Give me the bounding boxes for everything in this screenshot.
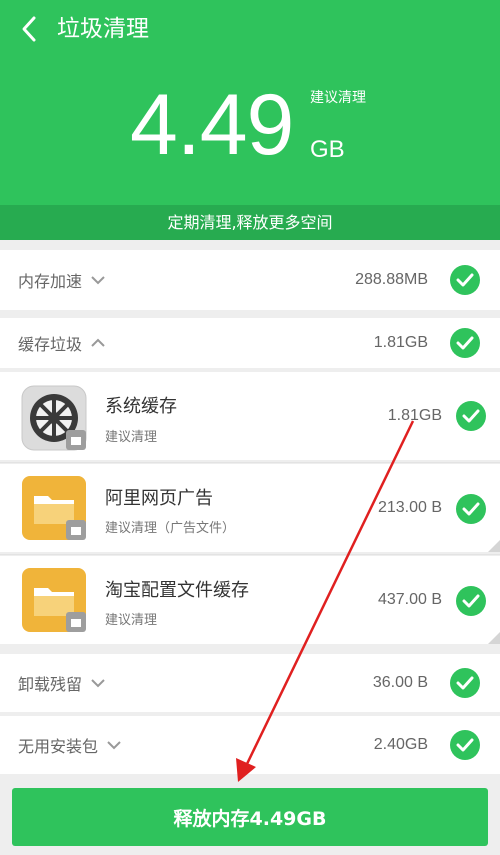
header: 垃圾清理 4.49 建议清理 GB 定期清理,释放更多空间 (0, 0, 500, 240)
category-size: 1.81GB (373, 334, 428, 351)
category-row-memory[interactable]: 内存加速 288.88MB (0, 250, 500, 310)
tip-banner: 定期清理,释放更多空间 (0, 205, 500, 240)
item-subtitle: 建议清理 (105, 430, 158, 445)
category-size: 36.00 B (372, 674, 428, 691)
back-button[interactable] (14, 14, 44, 44)
category-label: 缓存垃圾 (18, 335, 83, 354)
item-name: 阿里网页广告 (105, 488, 213, 509)
suggest-label: 建议清理 (310, 90, 366, 106)
check-icon[interactable] (450, 730, 480, 760)
check-icon[interactable] (450, 265, 480, 295)
category-label: 内存加速 (18, 272, 83, 291)
category-size: 288.88MB (355, 271, 428, 288)
chevron-left-icon (22, 16, 36, 42)
item-subtitle: 建议清理 (105, 613, 158, 628)
check-icon[interactable] (450, 668, 480, 698)
category-size: 2.40GB (373, 736, 428, 753)
category-row-uninstall[interactable]: 卸载残留 36.00 B (0, 654, 500, 712)
page-title: 垃圾清理 (57, 16, 149, 42)
cache-item-taobao-config[interactable]: 淘宝配置文件缓存 建议清理 437.00 B (0, 556, 500, 644)
chevron-up-icon[interactable] (90, 338, 106, 348)
cache-item-ali-ads[interactable]: 阿里网页广告 建议清理（广告文件） 213.00 B (0, 464, 500, 552)
chevron-down-icon[interactable] (106, 740, 122, 750)
item-size: 213.00 B (377, 499, 442, 516)
item-subtitle: 建议清理（广告文件） (105, 521, 236, 536)
category-row-cache[interactable]: 缓存垃圾 1.81GB (0, 318, 500, 368)
category-label: 卸载残留 (18, 675, 83, 694)
cache-item-system[interactable]: 系统缓存 建议清理 1.81GB (0, 372, 500, 460)
folder-icon (20, 474, 88, 542)
release-memory-button[interactable]: 释放内存4.49GB (12, 788, 488, 846)
chevron-down-icon[interactable] (90, 275, 106, 285)
check-icon[interactable] (456, 586, 486, 616)
chevron-down-icon[interactable] (90, 678, 106, 688)
scroll-indicator (488, 632, 500, 644)
check-icon[interactable] (450, 328, 480, 358)
item-size: 1.81GB (387, 407, 442, 424)
junk-amount: 4.49 (130, 77, 294, 173)
junk-unit: GB (310, 136, 345, 163)
item-name: 系统缓存 (105, 396, 177, 417)
check-icon[interactable] (456, 494, 486, 524)
gear-icon (20, 384, 88, 452)
check-icon[interactable] (456, 401, 486, 431)
category-row-apk[interactable]: 无用安装包 2.40GB (0, 716, 500, 774)
item-name: 淘宝配置文件缓存 (105, 580, 249, 601)
divider (0, 462, 500, 463)
folder-icon (20, 566, 88, 634)
category-label: 无用安装包 (18, 737, 99, 756)
scroll-indicator (488, 540, 500, 552)
item-size: 437.00 B (377, 591, 442, 608)
divider (0, 554, 500, 555)
